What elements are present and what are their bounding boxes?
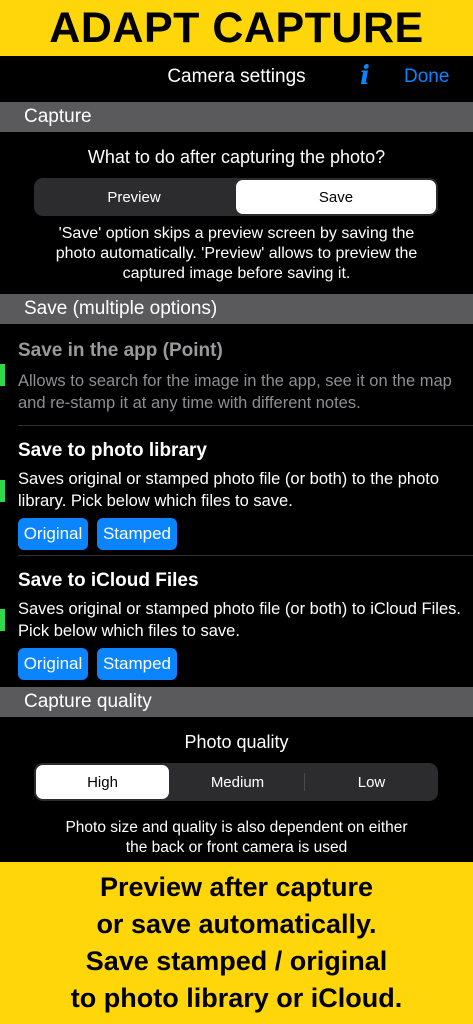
navigation-bar: Camera settings i Done <box>0 56 473 102</box>
save-in-app-title: Save in the app (Point) <box>18 340 223 361</box>
photo-quality-note: Photo size and quality is also dependent… <box>0 818 473 858</box>
photo-quality-label: Photo quality <box>184 732 289 752</box>
save-photo-library-indicator <box>0 480 5 502</box>
capture-description-line: 'Save' option skips a preview screen by … <box>58 225 415 242</box>
promo-line: to photo library or iCloud. <box>70 983 403 1013</box>
row-divider <box>18 555 473 556</box>
segment-preview[interactable]: Preview <box>34 178 234 216</box>
photo-quality-segmented-control: High Medium Low <box>34 763 438 801</box>
photo-quality-note-line: Photo size and quality is also dependent… <box>65 819 408 836</box>
save-icloud-description: Saves original or stamped photo file (or… <box>18 600 461 640</box>
segment-medium[interactable]: Medium <box>171 763 304 801</box>
capture-question: What to do after capturing the photo? <box>87 147 386 167</box>
promo-banner-top: ADAPT CAPTURE <box>0 0 473 56</box>
segment-save[interactable]: Save <box>236 180 436 214</box>
capture-description: 'Save' option skips a preview screen by … <box>0 224 473 284</box>
icloud-original-chip[interactable]: Original <box>18 648 88 680</box>
row-divider <box>18 425 473 426</box>
info-icon[interactable]: i <box>360 61 370 91</box>
save-icloud-indicator <box>0 609 5 631</box>
capture-description-line: photo automatically. 'Preview' allows to… <box>55 245 418 262</box>
icloud-stamped-chip[interactable]: Stamped <box>97 648 177 680</box>
promo-line: Preview after capture <box>99 872 374 902</box>
save-icloud-title[interactable]: Save to iCloud Files <box>18 570 199 592</box>
segment-low[interactable]: Low <box>305 763 438 801</box>
save-in-app-description: Allows to search for the image in the ap… <box>18 372 452 412</box>
promo-line: or save automatically. <box>96 909 377 939</box>
save-in-app-indicator <box>0 364 5 386</box>
promo-line: Save stamped / original <box>85 946 388 976</box>
photo-library-stamped-chip[interactable]: Stamped <box>97 518 177 550</box>
capture-description-line: captured image before saving it. <box>122 265 351 282</box>
save-photo-library-description: Saves original or stamped photo file (or… <box>18 470 439 510</box>
save-photo-library-title[interactable]: Save to photo library <box>18 440 207 462</box>
segment-high[interactable]: High <box>36 765 169 799</box>
capture-mode-segmented-control: Preview Save <box>34 178 438 216</box>
section-header-capture: Capture <box>0 102 473 132</box>
nav-title: Camera settings <box>167 66 306 87</box>
section-header-capture-quality: Capture quality <box>0 687 473 717</box>
done-button[interactable]: Done <box>404 66 449 88</box>
promo-banner-bottom: Preview after capture or save automatica… <box>0 862 473 1024</box>
section-header-save-options: Save (multiple options) <box>0 294 473 324</box>
photo-quality-note-line: the back or front camera is used <box>125 839 348 856</box>
promo-title: ADAPT CAPTURE <box>49 3 424 52</box>
photo-library-original-chip[interactable]: Original <box>18 518 88 550</box>
